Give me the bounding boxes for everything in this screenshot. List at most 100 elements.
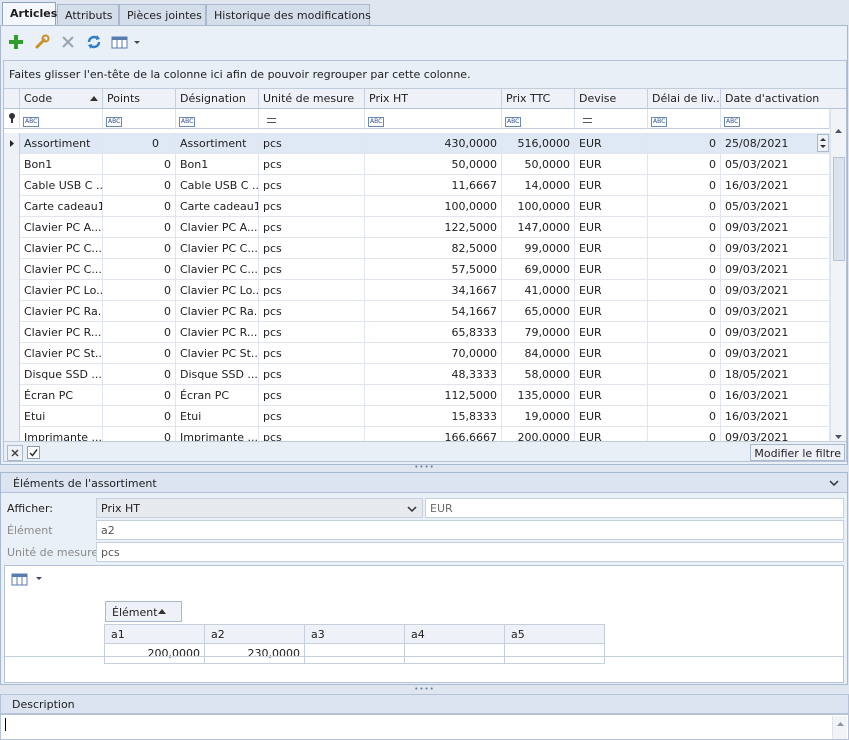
cell-designation[interactable]: Imprimante ...	[176, 427, 259, 441]
cell-prix-ttc[interactable]: 135,0000	[502, 385, 575, 406]
cell-date[interactable]: 09/03/2021	[721, 322, 830, 343]
collapse-chevron-icon[interactable]	[829, 480, 839, 486]
cell-prix-ttc[interactable]: 79,0000	[502, 322, 575, 343]
cell-delai[interactable]: 0	[648, 259, 721, 280]
cell-unit[interactable]: pcs	[259, 196, 365, 217]
cell-devise[interactable]: EUR	[575, 238, 648, 259]
cell-points[interactable]: 0	[103, 385, 176, 406]
cell-delai[interactable]: 0	[648, 196, 721, 217]
row-indicator[interactable]	[4, 259, 20, 280]
table-row[interactable]: Assortiment 0 Assortiment pcs 430,0000 516,00…	[4, 133, 830, 154]
group-by-area[interactable]: Faites glisser l'en-tête de la colonne i…	[4, 61, 846, 89]
pivot-value-cell[interactable]	[305, 644, 405, 664]
cell-delai[interactable]: 0	[648, 427, 721, 441]
cell-delai[interactable]: 0	[648, 406, 721, 427]
tab-historique[interactable]: Historique des modifications	[206, 4, 371, 26]
cell-designation[interactable]: Disque SSD ...	[176, 364, 259, 385]
cell-devise[interactable]: EUR	[575, 385, 648, 406]
cell-delai[interactable]: 0	[648, 280, 721, 301]
cell-code[interactable]: Clavier PC R...	[20, 322, 103, 343]
pivot-value-cell[interactable]: 200,0000	[105, 644, 205, 664]
row-indicator[interactable]	[4, 133, 20, 154]
row-indicator[interactable]	[4, 364, 20, 385]
pivot-layout-dropdown[interactable]	[11, 572, 45, 589]
cell-delai[interactable]: 0	[648, 175, 721, 196]
column-header-designation[interactable]: Désignation	[176, 89, 259, 109]
cell-code[interactable]: Disque SSD ...	[20, 364, 103, 385]
clear-filter-button[interactable]	[7, 445, 23, 461]
cell-unit[interactable]: pcs	[259, 217, 365, 238]
column-header-delai[interactable]: Délai de liv...	[648, 89, 721, 109]
column-header-date[interactable]: Date d'activation	[721, 89, 846, 109]
description-textarea[interactable]	[0, 714, 849, 740]
edit-button[interactable]	[31, 31, 53, 53]
column-header-unit[interactable]: Unité de mesure	[259, 89, 365, 109]
cell-points[interactable]: 0	[103, 427, 176, 441]
cell-devise[interactable]: EUR	[575, 343, 648, 364]
row-indicator[interactable]	[4, 343, 20, 364]
cell-code[interactable]: Clavier PC Lo...	[20, 280, 103, 301]
cell-delai[interactable]: 0	[648, 238, 721, 259]
cell-points[interactable]: 0	[103, 154, 176, 175]
row-indicator[interactable]	[4, 322, 20, 343]
cell-unit[interactable]: pcs	[259, 301, 365, 322]
table-row[interactable]: Cable USB C ... 0 Cable USB C ... pcs 11,666…	[4, 175, 830, 196]
cell-date[interactable]: 09/03/2021	[721, 343, 830, 364]
cell-prix-ttc[interactable]: 84,0000	[502, 343, 575, 364]
pivot-column-header[interactable]: a5	[505, 624, 605, 644]
cell-devise[interactable]: EUR	[575, 154, 648, 175]
cell-points[interactable]: 0	[103, 259, 176, 280]
table-row[interactable]: Écran PC 0 Écran PC pcs 112,5000 135,0000 EUR 0…	[4, 385, 830, 406]
cell-unit[interactable]: pcs	[259, 385, 365, 406]
table-row[interactable]: Disque SSD ... 0 Disque SSD ... pcs 48,3333 5…	[4, 364, 830, 385]
cell-unit[interactable]: pcs	[259, 427, 365, 441]
cell-points[interactable]: 0	[103, 343, 176, 364]
column-header-devise[interactable]: Devise	[575, 89, 648, 109]
filter-designation[interactable]: ABC	[176, 109, 259, 129]
cell-devise[interactable]: EUR	[575, 406, 648, 427]
cell-prix-ttc[interactable]: 69,0000	[502, 259, 575, 280]
table-row[interactable]: Clavier PC A... 0 Clavier PC A... pcs 122,50…	[4, 217, 830, 238]
cell-points[interactable]: 0	[103, 196, 176, 217]
cell-date[interactable]: 16/03/2021	[721, 385, 830, 406]
pivot-value-cell[interactable]	[505, 644, 605, 664]
cell-delai[interactable]: 0	[648, 217, 721, 238]
cell-designation[interactable]: Écran PC	[176, 385, 259, 406]
cell-prix-ht[interactable]: 166,6667	[365, 427, 502, 441]
cell-code[interactable]: Assortiment	[20, 133, 103, 154]
row-indicator[interactable]	[4, 280, 20, 301]
cell-prix-ht[interactable]: 100,0000	[365, 196, 502, 217]
table-row[interactable]: Clavier PC Lo... 0 Clavier PC Lo... pcs 34,1…	[4, 280, 830, 301]
cell-prix-ttc[interactable]: 58,0000	[502, 364, 575, 385]
pivot-field-element[interactable]: Élément	[105, 601, 182, 622]
cell-designation[interactable]: Etui	[176, 406, 259, 427]
table-row[interactable]: Clavier PC C... 0 Clavier PC C... pcs 57,500…	[4, 259, 830, 280]
scrollbar-thumb[interactable]	[833, 157, 845, 261]
cell-code[interactable]: Clavier PC St...	[20, 343, 103, 364]
cell-points[interactable]: 0	[103, 280, 176, 301]
cell-designation[interactable]: Assortiment	[176, 133, 259, 154]
cell-unit[interactable]: pcs	[259, 175, 365, 196]
cell-code[interactable]: Clavier PC A...	[20, 217, 103, 238]
row-indicator[interactable]	[4, 196, 20, 217]
cell-points[interactable]: 0	[103, 406, 176, 427]
cell-prix-ttc[interactable]: 50,0000	[502, 154, 575, 175]
filter-date[interactable]: ABC	[721, 109, 830, 129]
cell-designation[interactable]: Clavier PC A...	[176, 217, 259, 238]
cell-unit[interactable]: pcs	[259, 259, 365, 280]
cell-code[interactable]: Clavier PC Ra...	[20, 301, 103, 322]
delete-button[interactable]	[57, 31, 79, 53]
cell-prix-ht[interactable]: 15,8333	[365, 406, 502, 427]
cell-prix-ht[interactable]: 122,5000	[365, 217, 502, 238]
tab-pieces-jointes[interactable]: Pièces jointes	[119, 4, 206, 26]
cell-prix-ht[interactable]: 48,3333	[365, 364, 502, 385]
cell-code[interactable]: Écran PC	[20, 385, 103, 406]
refresh-button[interactable]	[83, 31, 105, 53]
row-indicator[interactable]	[4, 301, 20, 322]
cell-prix-ht[interactable]: 112,5000	[365, 385, 502, 406]
cell-designation[interactable]: Clavier PC R...	[176, 322, 259, 343]
cell-designation[interactable]: Clavier PC Ra...	[176, 301, 259, 322]
column-header-points[interactable]: Points	[103, 89, 176, 109]
cell-devise[interactable]: EUR	[575, 217, 648, 238]
filter-prix-ttc[interactable]: ABC	[502, 109, 575, 129]
